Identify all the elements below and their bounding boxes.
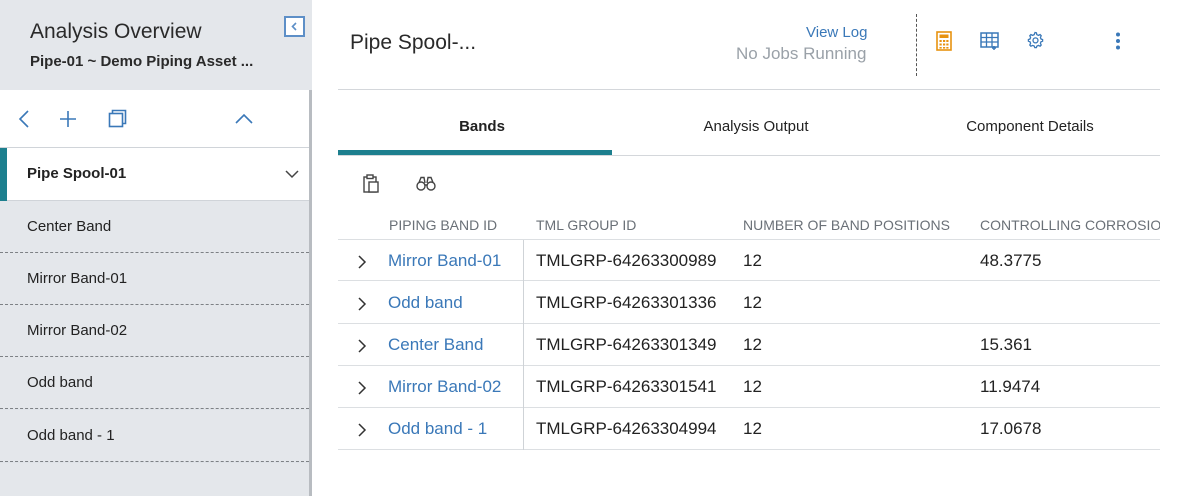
tml-group-cell: TMLGRP-64263301336 — [536, 293, 717, 312]
sidebar-toolbar — [0, 90, 312, 148]
band-id-link[interactable]: Center Band — [388, 335, 483, 355]
sidebar-item-label: Center Band — [27, 218, 112, 235]
tab-label: Bands — [459, 118, 505, 135]
sidebar-item-label: Odd band — [27, 374, 93, 391]
chevron-right-icon[interactable] — [356, 338, 368, 354]
corrosion-cell: 48.3775 — [980, 251, 1042, 270]
corrosion-cell: 17.0678 — [980, 419, 1042, 438]
column-separator — [523, 282, 524, 324]
sidebar-item-mirror-band-02[interactable]: Mirror Band-02 — [0, 305, 309, 357]
table-grid-icon[interactable] — [980, 31, 1000, 51]
sidebar-item-pipe-spool[interactable]: Pipe Spool-01 — [0, 148, 312, 201]
page-title: Pipe Spool-... — [350, 31, 477, 54]
chevron-left-icon[interactable] — [14, 108, 36, 130]
sidebar-title: Analysis Overview — [30, 20, 202, 43]
band-positions-cell: 12 — [743, 377, 762, 396]
chevron-right-icon[interactable] — [356, 254, 368, 270]
sidebar-subtitle: Pipe-01 ~ Demo Piping Asset ... — [30, 53, 254, 70]
view-log-link[interactable]: View Log — [806, 24, 867, 41]
band-id-link[interactable]: Mirror Band-01 — [388, 251, 501, 271]
table-row[interactable]: Odd band TMLGRP-64263301336 12 — [338, 282, 1160, 324]
tab-label: Analysis Output — [703, 118, 809, 135]
tab-bar-divider — [338, 155, 1160, 156]
tml-group-cell: TMLGRP-64263301541 — [536, 377, 717, 396]
chevron-up-icon[interactable] — [233, 108, 255, 130]
clipboard-icon[interactable] — [362, 174, 380, 194]
column-separator — [523, 240, 524, 282]
sidebar-empty-area — [0, 463, 309, 496]
sidebar-item-odd-band[interactable]: Odd band — [0, 357, 309, 409]
column-separator — [523, 408, 524, 450]
table-row[interactable]: Center Band TMLGRP-64263301349 12 15.361 — [338, 324, 1160, 366]
table-row[interactable]: Odd band - 1 TMLGRP-64263304994 12 17.06… — [338, 408, 1160, 450]
chevron-right-icon[interactable] — [356, 380, 368, 396]
column-separator — [523, 324, 524, 366]
corrosion-cell: 11.9474 — [980, 377, 1041, 396]
sidebar-header: Analysis Overview Pipe-01 ~ Demo Piping … — [0, 0, 312, 90]
calculator-icon[interactable] — [936, 31, 952, 51]
band-positions-cell: 12 — [743, 293, 762, 312]
job-status-text: No Jobs Running — [736, 44, 867, 63]
sidebar-item-odd-band-1[interactable]: Odd band - 1 — [0, 410, 309, 462]
tml-group-cell: TMLGRP-64263300989 — [536, 251, 717, 270]
sidebar: Analysis Overview Pipe-01 ~ Demo Piping … — [0, 0, 312, 496]
collapse-sidebar-icon[interactable] — [284, 16, 305, 37]
bands-table: Mirror Band-01 TMLGRP-64263300989 12 48.… — [338, 205, 1160, 465]
sidebar-item-label: Mirror Band-01 — [27, 270, 128, 287]
kebab-menu-icon[interactable] — [1115, 32, 1121, 50]
band-id-link[interactable]: Odd band — [388, 293, 463, 313]
tab-bands[interactable]: Bands — [348, 90, 616, 155]
chevron-right-icon[interactable] — [356, 296, 368, 312]
selection-accent — [0, 148, 7, 201]
sidebar-item-mirror-band-01[interactable]: Mirror Band-01 — [0, 253, 309, 305]
table-row[interactable]: Mirror Band-01 TMLGRP-64263300989 12 48.… — [338, 239, 1160, 282]
sidebar-item-center-band[interactable]: Center Band — [0, 201, 309, 253]
band-positions-cell: 12 — [743, 335, 762, 354]
band-positions-cell: 12 — [743, 419, 762, 438]
tab-component-details[interactable]: Component Details — [892, 90, 1168, 155]
corrosion-cell: 15.361 — [980, 335, 1032, 354]
sidebar-divider[interactable] — [309, 90, 312, 496]
sidebar-item-label: Odd band - 1 — [27, 427, 115, 444]
chevron-down-icon[interactable] — [284, 166, 300, 182]
plus-icon[interactable] — [57, 108, 79, 130]
tab-analysis-output[interactable]: Analysis Output — [620, 90, 892, 155]
copy-icon[interactable] — [106, 108, 128, 130]
sidebar-item-label: Pipe Spool-01 — [27, 165, 127, 182]
tml-group-cell: TMLGRP-64263301349 — [536, 335, 717, 354]
gear-icon[interactable] — [1026, 31, 1044, 49]
binoculars-icon[interactable] — [416, 176, 436, 192]
header-divider — [916, 14, 917, 76]
sidebar-item-label: Mirror Band-02 — [27, 322, 128, 339]
tml-group-cell: TMLGRP-64263304994 — [536, 419, 717, 438]
band-id-link[interactable]: Mirror Band-02 — [388, 377, 501, 397]
band-positions-cell: 12 — [743, 251, 762, 270]
chevron-right-icon[interactable] — [356, 422, 368, 438]
column-separator — [523, 366, 524, 408]
tab-label: Component Details — [966, 118, 1094, 135]
table-row[interactable]: Mirror Band-02 TMLGRP-64263301541 12 11.… — [338, 366, 1160, 408]
band-id-link[interactable]: Odd band - 1 — [388, 419, 487, 439]
